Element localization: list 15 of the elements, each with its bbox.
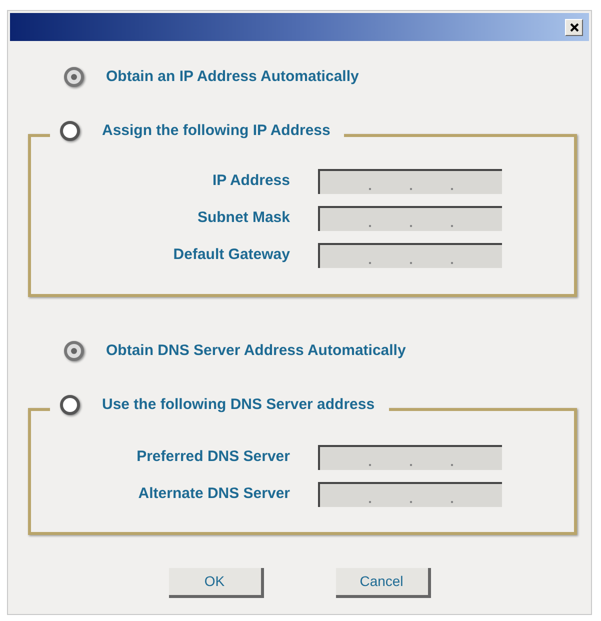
option-label[interactable]: Obtain an IP Address Automatically	[106, 66, 359, 88]
field-label: IP Address	[211, 171, 290, 192]
field-label: Default Gateway	[172, 245, 290, 266]
dialog-button[interactable]: OK	[168, 568, 264, 598]
field-label: Subnet Mask	[196, 208, 290, 228]
radio-button[interactable]	[64, 341, 84, 362]
radio-button[interactable]	[60, 120, 80, 141]
radio-button[interactable]	[60, 394, 80, 415]
option-label[interactable]: Obtain DNS Server Address Automatically	[106, 340, 406, 362]
dialog-button[interactable]: Cancel	[336, 568, 430, 598]
field-label: Preferred DNS Server	[136, 447, 290, 468]
close-button[interactable]	[565, 18, 583, 36]
field-label: Alternate DNS Server	[137, 484, 290, 504]
radio-button[interactable]	[64, 67, 84, 88]
close-icon	[570, 22, 578, 32]
